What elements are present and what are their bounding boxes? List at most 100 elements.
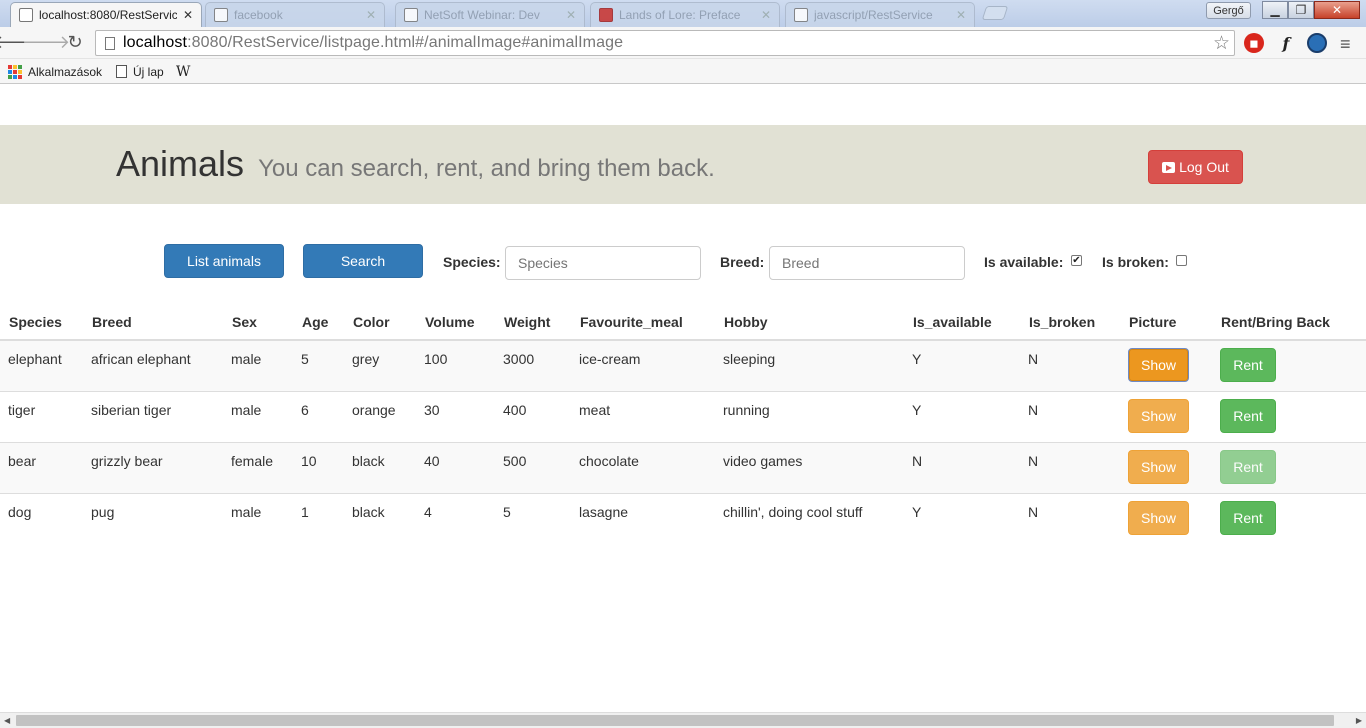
breed-label: Breed: (720, 254, 765, 270)
show-picture-button[interactable]: Show (1128, 449, 1189, 484)
logout-button[interactable]: Log Out (1148, 150, 1243, 184)
cell-action: Rent (1212, 492, 1366, 544)
column-header: Species (0, 304, 83, 341)
cell-available: Y (904, 390, 1020, 442)
cell-picture: Show (1120, 390, 1212, 442)
cell-available: Y (904, 492, 1020, 544)
minimize-button[interactable]: ▁ (1262, 1, 1288, 19)
cell-broken: N (1020, 339, 1120, 391)
cell-action: Rent (1212, 390, 1366, 442)
bookmark-star-icon[interactable]: ☆ (1213, 32, 1230, 55)
tab-title: Lands of Lore: Preface (619, 8, 741, 22)
cell-breed: siberian tiger (83, 390, 223, 442)
table-row: dog pug male 1 black 4 5 lasagne chillin… (0, 492, 1366, 544)
cell-picture: Show (1120, 441, 1212, 493)
scrollbar-thumb[interactable] (16, 715, 1334, 726)
tab-title: facebook (234, 8, 283, 22)
cell-picture: Show (1120, 339, 1212, 391)
table-header-row: Species Breed Sex Age Color Volume Weigh… (0, 304, 1366, 341)
page-title: Animals You can search, rent, and bring … (116, 143, 715, 185)
profile-button[interactable]: Gergő (1206, 2, 1251, 19)
globe-extension-icon[interactable] (1307, 33, 1327, 53)
close-tab-icon[interactable]: ✕ (761, 8, 771, 22)
close-tab-icon[interactable]: ✕ (956, 8, 966, 22)
bookmark-label: Új lap (133, 64, 164, 79)
column-header: Is_broken (1020, 304, 1120, 341)
available-checkbox[interactable]: ✔ (1071, 255, 1082, 266)
species-label: Species: (443, 254, 501, 270)
bookmark-apps[interactable]: Alkalmazások (8, 63, 102, 80)
cell-hobby: running (715, 390, 904, 442)
rent-button[interactable]: Rent (1220, 449, 1276, 484)
tab-title: NetSoft Webinar: Dev (424, 8, 540, 22)
maximize-button[interactable]: ❐ (1288, 1, 1314, 19)
show-picture-button[interactable]: Show (1128, 500, 1189, 535)
browser-tabstrip: localhost:8080/RestService ✕ facebook ✕ … (0, 0, 1366, 27)
forward-arrow-icon[interactable]: 🡒 (22, 31, 70, 53)
cell-volume: 40 (416, 441, 495, 493)
column-header: Breed (83, 304, 223, 341)
page-icon (116, 65, 127, 78)
bookmark-new-tab[interactable]: Új lap (116, 63, 164, 80)
column-header: Volume (416, 304, 495, 341)
horizontal-scrollbar[interactable]: ◀ ▶ (0, 712, 1366, 728)
close-tab-icon[interactable]: ✕ (566, 8, 576, 22)
list-animals-button[interactable]: List animals (164, 244, 284, 278)
function-extension-icon[interactable]: f (1276, 33, 1296, 53)
species-input[interactable] (505, 246, 701, 280)
reload-icon[interactable]: ↻ (64, 31, 86, 53)
cell-breed: grizzly bear (83, 441, 223, 493)
show-picture-button[interactable]: Show (1128, 348, 1189, 382)
menu-icon[interactable]: ≡ (1340, 34, 1351, 55)
close-tab-icon[interactable]: ✕ (183, 8, 193, 22)
new-tab-button[interactable] (981, 6, 1009, 20)
tab-background[interactable]: NetSoft Webinar: Dev ✕ (395, 2, 585, 27)
tab-background[interactable]: javascript/RestService ✕ (785, 2, 975, 27)
cell-sex: female (223, 441, 293, 493)
cell-broken: N (1020, 492, 1120, 544)
search-button[interactable]: Search (303, 244, 423, 278)
scroll-left-icon[interactable]: ◀ (4, 716, 10, 725)
bookmark-wikipedia[interactable]: W (176, 63, 190, 80)
tab-background[interactable]: Lands of Lore: Preface ✕ (590, 2, 780, 27)
url-text: localhost:8080/RestService/listpage.html… (123, 34, 623, 52)
page-favicon-icon (214, 8, 228, 22)
address-bar[interactable]: localhost:8080/RestService/listpage.html… (95, 30, 1235, 56)
cell-age: 10 (293, 441, 344, 493)
cell-color: grey (344, 339, 416, 391)
tab-active[interactable]: localhost:8080/RestService ✕ (10, 2, 202, 27)
tab-title: localhost:8080/RestService (39, 8, 177, 22)
adblock-extension-icon[interactable]: ◼ (1244, 33, 1264, 53)
cell-weight: 5 (495, 492, 571, 544)
cell-hobby: video games (715, 441, 904, 493)
cell-meal: ice-cream (571, 339, 715, 391)
cell-broken: N (1020, 441, 1120, 493)
cell-weight: 500 (495, 441, 571, 493)
column-header: Color (344, 304, 416, 341)
animals-table: Species Breed Sex Age Color Volume Weigh… (0, 304, 1366, 544)
page-favicon-icon (19, 8, 33, 22)
rent-button[interactable]: Rent (1220, 348, 1276, 382)
cell-age: 6 (293, 390, 344, 442)
rent-button[interactable]: Rent (1220, 398, 1276, 433)
cell-weight: 400 (495, 390, 571, 442)
cell-available: N (904, 441, 1020, 493)
cell-action: Rent (1212, 441, 1366, 493)
column-header: Rent/Bring Back (1212, 304, 1366, 341)
apps-grid-icon (8, 64, 22, 79)
cell-age: 5 (293, 339, 344, 391)
tab-background[interactable]: facebook ✕ (205, 2, 385, 27)
show-picture-button[interactable]: Show (1128, 398, 1189, 433)
cell-meal: lasagne (571, 492, 715, 544)
cell-hobby: chillin', doing cool stuff (715, 492, 904, 544)
close-tab-icon[interactable]: ✕ (366, 8, 376, 22)
scroll-right-icon[interactable]: ▶ (1356, 716, 1362, 725)
breed-input[interactable] (769, 246, 965, 280)
cell-color: black (344, 492, 416, 544)
close-window-button[interactable]: ✕ (1314, 1, 1360, 19)
rent-button[interactable]: Rent (1220, 500, 1276, 535)
cell-meal: chocolate (571, 441, 715, 493)
column-header: Is_available (904, 304, 1020, 341)
broken-checkbox[interactable] (1176, 255, 1187, 266)
cell-meal: meat (571, 390, 715, 442)
